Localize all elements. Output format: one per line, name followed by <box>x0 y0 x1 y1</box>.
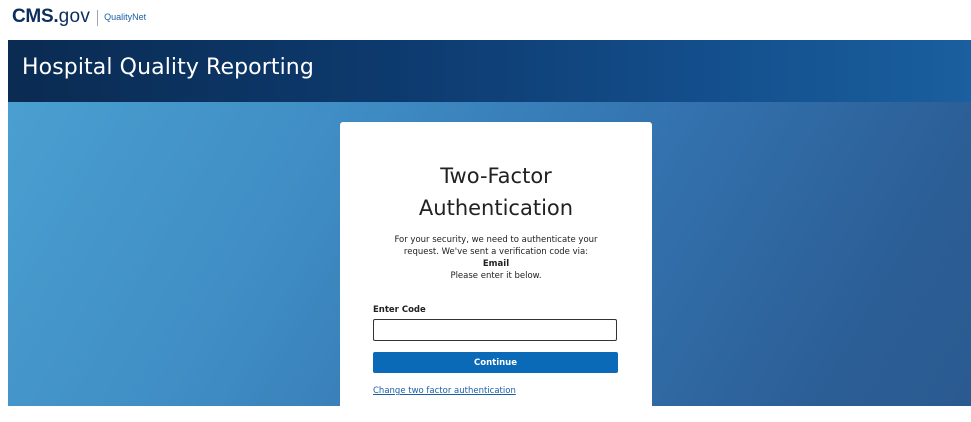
card-title: Two-Factor Authentication <box>340 160 652 224</box>
logo-divider <box>97 10 99 26</box>
two-factor-card: Two-Factor Authentication For your secur… <box>340 122 652 422</box>
site-title: Hospital Quality Reporting <box>22 55 314 80</box>
continue-button[interactable]: Continue <box>373 352 618 373</box>
card-title-line1: Two-Factor <box>440 164 552 188</box>
logo-cms-text: CMS <box>12 6 54 27</box>
page-frame: Hospital Quality Reporting Two-Factor Au… <box>8 40 971 422</box>
description-line3: Please enter it below. <box>450 271 542 281</box>
logo-gov-text: gov <box>58 6 91 27</box>
code-input[interactable] <box>373 319 617 341</box>
site-header: Hospital Quality Reporting <box>8 40 971 102</box>
card-title-line2: Authentication <box>418 196 574 220</box>
hero-background: Two-Factor Authentication For your secur… <box>8 102 971 422</box>
enter-code-label: Enter Code <box>373 305 426 315</box>
description-line2: request. We've sent a verification code … <box>403 247 589 257</box>
description-line1: For your security, we need to authentica… <box>394 235 598 245</box>
cms-gov-logo[interactable]: CMS. gov QualityNet <box>12 6 146 30</box>
verification-method: Email <box>482 259 510 269</box>
top-bar: CMS. gov QualityNet <box>0 0 971 40</box>
change-two-factor-link[interactable]: Change two factor authentication <box>373 386 516 396</box>
card-description: For your security, we need to authentica… <box>376 234 616 282</box>
qualitynet-text: QualityNet <box>104 12 147 22</box>
